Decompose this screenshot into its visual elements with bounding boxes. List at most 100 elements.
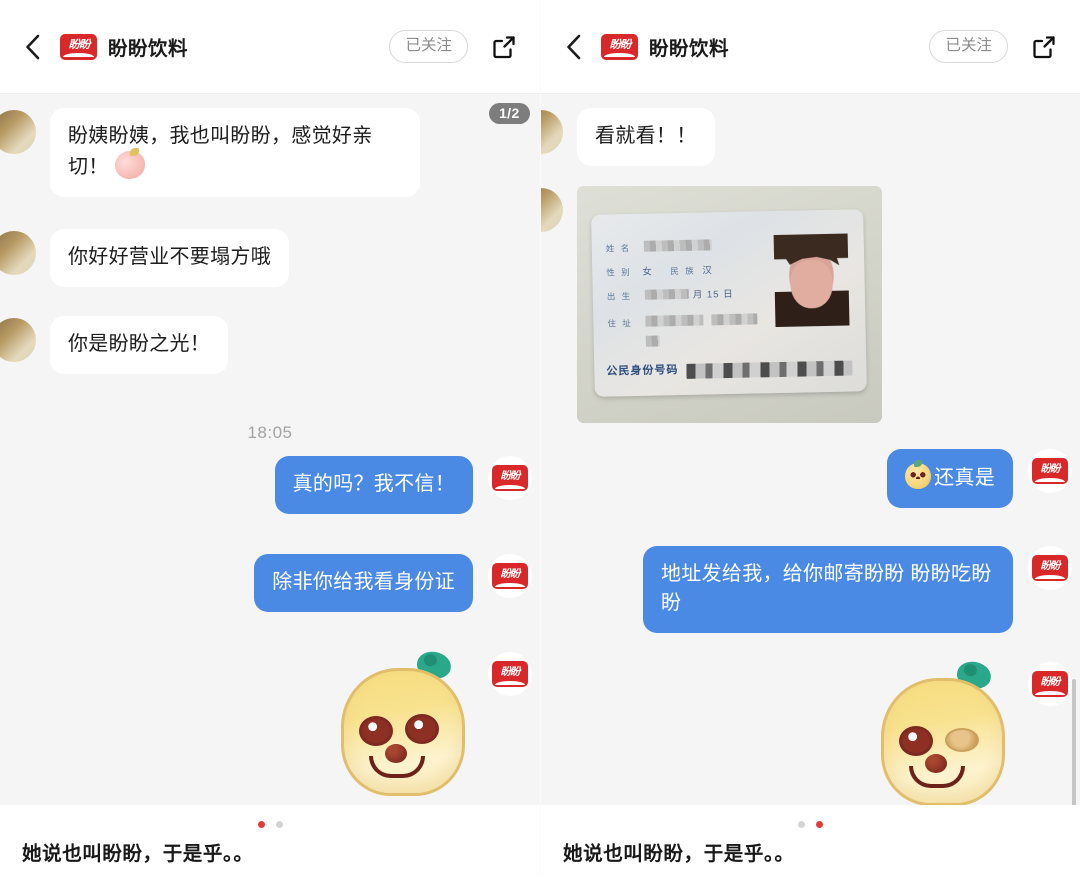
- chat-message-list[interactable]: 1/2 盼姨盼姨，我也叫盼盼，感觉好亲切！ 你好好营业不要塌方哦 你是盼盼之光！…: [0, 94, 540, 877]
- chat-panel-left: 盼盼 盼盼饮料 已关注 1/2 盼姨盼姨，我也叫盼盼，感觉好亲切！ 你好好营业不…: [0, 0, 540, 877]
- idcard-label-address: 住 址: [607, 318, 633, 329]
- brand-logo-swoosh: [1035, 574, 1065, 579]
- brand-logo-text: 盼盼: [1040, 463, 1061, 476]
- mascot-eye-right: [405, 714, 439, 744]
- carousel-dot[interactable]: [798, 821, 805, 828]
- brand-logo-swoosh: [1035, 690, 1065, 695]
- chat-header: 盼盼 盼盼饮料 已关注: [541, 0, 1080, 94]
- idcard-redacted-name: [643, 239, 712, 252]
- idcard-label-name: 姓 名: [605, 243, 632, 254]
- carousel-dot[interactable]: [257, 821, 265, 828]
- panel-footer: 她说也叫盼盼，于是乎。。: [541, 805, 1080, 877]
- back-chevron-icon[interactable]: [559, 32, 589, 62]
- avatar-brand[interactable]: 盼盼: [1028, 546, 1072, 590]
- follow-button[interactable]: 已关注: [929, 30, 1008, 63]
- message-row-outgoing: 盼盼 地址发给我，给你邮寄盼盼 盼盼吃盼盼: [643, 546, 1072, 634]
- message-row-incoming: 你好好营业不要塌方哦: [0, 229, 289, 288]
- mascot-eye-left: [359, 716, 393, 746]
- brand-logo-swoosh: [63, 52, 94, 57]
- message-bubble-incoming[interactable]: 你是盼盼之光！: [50, 316, 229, 375]
- idcard-value-sex: 女: [642, 266, 653, 278]
- message-row-sticker: 盼盼: [873, 658, 1072, 812]
- idcard-redacted-birth: [644, 288, 689, 300]
- chat-header: 盼盼 盼盼饮料 已关注: [0, 0, 540, 94]
- carousel-dot[interactable]: [275, 821, 283, 828]
- avatar-brand[interactable]: 盼盼: [1028, 662, 1072, 706]
- page-title: 盼盼饮料: [649, 38, 730, 60]
- idcard-redacted-address-1: [645, 314, 704, 327]
- panpan-mascot-wink-sticker[interactable]: [873, 658, 1013, 812]
- carousel-dots[interactable]: [541, 821, 1080, 828]
- avatar[interactable]: [0, 110, 36, 154]
- message-bubble-outgoing[interactable]: 地址发给我，给你邮寄盼盼 盼盼吃盼盼: [643, 546, 1013, 634]
- avatar[interactable]: [541, 188, 563, 232]
- brand-logo-icon: 盼盼: [492, 563, 528, 589]
- message-text: 还真是: [934, 467, 995, 489]
- brand-logo-swoosh: [495, 582, 525, 587]
- brand-logo-text: 盼盼: [1040, 560, 1061, 573]
- chat-message-list[interactable]: 看就看！！ 姓 名 性 别 女 民 族 汉 出 生 月 15 日 住 址 公民身…: [541, 94, 1080, 877]
- message-bubble-incoming[interactable]: 看就看！！: [577, 108, 715, 167]
- idcard-value-ethnicity: 汉: [702, 265, 713, 277]
- message-bubble-outgoing[interactable]: 除非你给我看身份证: [254, 554, 473, 613]
- message-row-outgoing: 盼盼 真的吗？我不信！: [274, 456, 532, 515]
- id-card-photo[interactable]: 姓 名 性 别 女 民 族 汉 出 生 月 15 日 住 址 公民身份号码: [577, 186, 882, 423]
- message-row-incoming: 盼姨盼姨，我也叫盼盼，感觉好亲切！: [0, 108, 420, 198]
- avatar-brand[interactable]: 盼盼: [1028, 449, 1072, 493]
- avatar-brand[interactable]: 盼盼: [488, 554, 532, 598]
- message-row-outgoing: 盼盼 还真是: [887, 449, 1072, 509]
- brand-logo-icon: 盼盼: [492, 661, 528, 687]
- idcard-portrait-photo: [773, 233, 850, 328]
- brand-logo-text: 盼盼: [1040, 676, 1061, 689]
- brand-logo-icon: 盼盼: [1032, 555, 1068, 581]
- avatar[interactable]: [0, 231, 36, 275]
- brand-logo-text: 盼盼: [500, 568, 521, 581]
- message-row-outgoing: 盼盼 除非你给我看身份证: [254, 554, 532, 613]
- page-title: 盼盼饮料: [108, 38, 189, 60]
- mascot-eye-left: [899, 726, 933, 756]
- message-bubble-outgoing[interactable]: 真的吗？我不信！: [274, 456, 473, 515]
- idcard-redacted-address-2: [711, 313, 758, 326]
- brand-logo-swoosh: [495, 680, 525, 685]
- chat-screenshot-collage: 盼盼 盼盼饮料 已关注 1/2 盼姨盼姨，我也叫盼盼，感觉好亲切！ 你好好营业不…: [0, 0, 1080, 877]
- message-bubble-incoming[interactable]: 你好好营业不要塌方哦: [50, 229, 289, 288]
- brand-logo-icon[interactable]: 盼盼: [60, 33, 97, 60]
- mascot-eye-right-wink: [945, 728, 979, 752]
- back-chevron-icon[interactable]: [18, 32, 48, 62]
- brand-logo-text: 盼盼: [500, 666, 521, 679]
- message-text: 盼姨盼姨，我也叫盼盼，感觉好亲切！: [68, 125, 373, 179]
- message-bubble-incoming[interactable]: 盼姨盼姨，我也叫盼盼，感觉好亲切！: [50, 108, 420, 198]
- idcard-redacted-address-3: [645, 335, 660, 347]
- brand-logo-swoosh: [495, 484, 525, 489]
- message-row-sticker: 盼盼: [333, 648, 532, 802]
- brand-logo-text: 盼盼: [68, 38, 90, 51]
- brand-logo-icon[interactable]: 盼盼: [601, 33, 638, 60]
- idcard-label-sex: 性 别: [606, 267, 632, 278]
- avatar-brand[interactable]: 盼盼: [488, 652, 532, 696]
- idcard-label-id-number: 公民身份号码: [606, 364, 679, 378]
- message-row-incoming: 你是盼盼之光！: [0, 316, 229, 375]
- brand-logo-text: 盼盼: [609, 38, 631, 51]
- avatar[interactable]: [0, 318, 36, 362]
- idcard-redacted-id-number: [686, 360, 853, 379]
- carousel-dot[interactable]: [816, 821, 823, 828]
- panpan-mascot-sticker[interactable]: [333, 648, 473, 802]
- brand-logo-icon: 盼盼: [492, 465, 528, 491]
- carousel-dots[interactable]: [0, 821, 540, 828]
- chat-panel-right: 盼盼 盼盼饮料 已关注 看就看！！ 姓 名 性 别 女 民 族 汉 出 生 月 …: [540, 0, 1080, 877]
- id-card-surface: 姓 名 性 别 女 民 族 汉 出 生 月 15 日 住 址 公民身份号码: [591, 209, 867, 397]
- share-external-icon[interactable]: [1030, 33, 1058, 61]
- avatar[interactable]: [541, 110, 563, 154]
- follow-button[interactable]: 已关注: [389, 30, 468, 63]
- page-indicator-badge: 1/2: [489, 103, 530, 124]
- message-row-incoming: 看就看！！: [541, 108, 715, 167]
- caption-text: 她说也叫盼盼，于是乎。。: [563, 843, 795, 865]
- share-external-icon[interactable]: [490, 33, 518, 61]
- brand-logo-icon: 盼盼: [1032, 671, 1068, 697]
- brand-logo-icon: 盼盼: [1032, 458, 1068, 484]
- avatar-brand[interactable]: 盼盼: [488, 456, 532, 500]
- caption-text: 她说也叫盼盼，于是乎。。: [22, 843, 254, 865]
- panel-footer: 她说也叫盼盼，于是乎。。: [0, 805, 540, 877]
- idcard-value-birth: 月 15 日: [692, 288, 734, 301]
- message-bubble-outgoing[interactable]: 还真是: [887, 449, 1013, 509]
